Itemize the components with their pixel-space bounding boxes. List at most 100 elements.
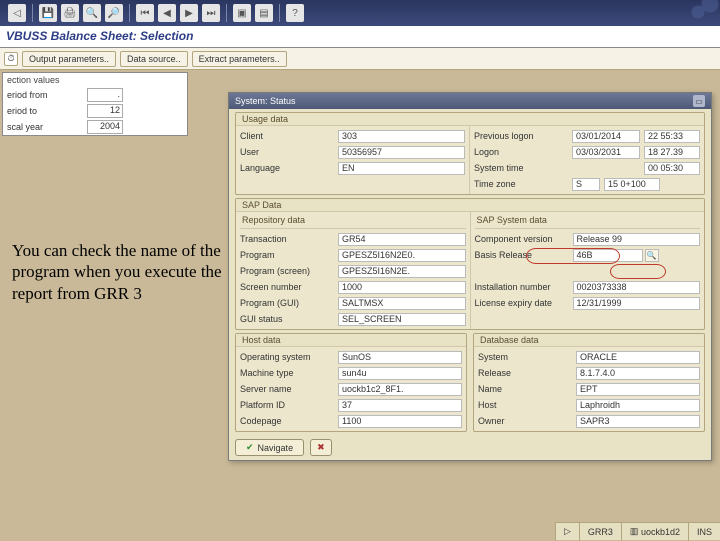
- system-status-window: System: Status ▭ Usage data Client303 Us…: [228, 92, 712, 461]
- detail-icon[interactable]: 🔍: [645, 249, 659, 262]
- triangle-icon: ▷: [564, 526, 571, 537]
- machine-type-value: sun4u: [338, 367, 462, 380]
- selection-values-panel: ection values eriod from . eriod to 12 s…: [2, 72, 188, 136]
- find-next-icon[interactable]: 🔎: [105, 4, 123, 22]
- server-name-label: Server name: [240, 384, 338, 394]
- language-label: Language: [240, 163, 338, 173]
- program-screen-value: GPESZ5I16N2E.: [338, 265, 466, 278]
- last-page-icon[interactable]: ⏭: [202, 4, 220, 22]
- db-system-label: System: [478, 352, 576, 362]
- platform-id-value: 37: [338, 399, 462, 412]
- codepage-value: 1100: [338, 415, 462, 428]
- new-session-icon[interactable]: ▣: [233, 4, 251, 22]
- prev-page-icon[interactable]: ◀: [158, 4, 176, 22]
- period-to-input[interactable]: 12: [87, 104, 123, 118]
- db-release-value: 8.1.7.4.0: [576, 367, 700, 380]
- fiscal-year-label: scal year: [7, 122, 87, 132]
- data-source-button[interactable]: Data source..: [120, 51, 188, 67]
- db-name-label: Name: [478, 384, 576, 394]
- db-name-value: EPT: [576, 383, 700, 396]
- basis-release-label: Basis Release: [475, 250, 573, 260]
- print-icon[interactable]: 🖨: [61, 4, 79, 22]
- db-host-label: Host: [478, 400, 576, 410]
- client-value: 303: [338, 130, 465, 143]
- output-parameters-button[interactable]: Output parameters..: [22, 51, 116, 67]
- server-name-value: uockb1c2_8F1.: [338, 383, 462, 396]
- user-value: 50356957: [338, 146, 465, 159]
- logon-label: Logon: [474, 147, 572, 157]
- save-icon[interactable]: 💾: [39, 4, 57, 22]
- shortcut-icon[interactable]: ▤: [255, 4, 273, 22]
- transaction-label: Transaction: [240, 234, 338, 244]
- time-zone-value: 15 0+100: [604, 178, 660, 191]
- installation-value: 0020373338: [573, 281, 701, 294]
- cancel-icon: ✖: [317, 442, 325, 453]
- database-data-header: Database data: [474, 334, 704, 347]
- program-screen-label: Program (screen): [240, 266, 338, 276]
- program-gui-value: SALTMSX: [338, 297, 466, 310]
- status-bar: ▷ GRR3 ▥ uockb1d2 INS: [555, 522, 720, 540]
- sap-main-toolbar: ◁ 💾 🖨 🔍 🔎 ⏮ ◀ ▶ ⏭ ▣ ▤ ?: [0, 0, 720, 26]
- execute-icon[interactable]: ⏱: [4, 52, 18, 66]
- logon-time: 18 27.39: [644, 146, 700, 159]
- period-to-label: eriod to: [7, 106, 87, 116]
- user-label: User: [240, 147, 338, 157]
- time-zone-label: Time zone: [474, 179, 572, 189]
- db-system-value: ORACLE: [576, 351, 700, 364]
- db-host-value: Laphroidh: [576, 399, 700, 412]
- close-icon[interactable]: ▭: [693, 95, 705, 107]
- gui-status-label: GUI status: [240, 314, 338, 324]
- usage-data-header: Usage data: [236, 113, 704, 126]
- selection-toolbar: ⏱ Output parameters.. Data source.. Extr…: [0, 48, 720, 70]
- sap-data-header: SAP Data: [236, 199, 704, 212]
- component-version-value: Release 99: [573, 233, 701, 246]
- installation-label: Installation number: [475, 282, 573, 292]
- back-icon[interactable]: ◁: [8, 4, 26, 22]
- next-page-icon[interactable]: ▶: [180, 4, 198, 22]
- os-value: SunOS: [338, 351, 462, 364]
- system-time-value: 00 05:30: [644, 162, 700, 175]
- system-status-title: System: Status: [235, 96, 296, 106]
- db-owner-label: Owner: [478, 416, 576, 426]
- extract-parameters-button[interactable]: Extract parameters..: [192, 51, 287, 67]
- prev-logon-date: 03/01/2014: [572, 130, 640, 143]
- status-tcode: GRR3: [579, 523, 621, 541]
- codepage-label: Codepage: [240, 416, 338, 426]
- prev-logon-label: Previous logon: [474, 131, 572, 141]
- logon-date: 03/03/2031: [572, 146, 640, 159]
- db-release-label: Release: [478, 368, 576, 378]
- fiscal-year-input[interactable]: 2004: [87, 120, 123, 134]
- navigate-button[interactable]: ✔Navigate: [235, 439, 304, 456]
- repository-data-header: Repository data: [240, 214, 466, 229]
- help-icon[interactable]: ?: [286, 4, 304, 22]
- time-zone-zone: S: [572, 178, 600, 191]
- license-expiry-label: License expiry date: [475, 298, 573, 308]
- program-gui-label: Program (GUI): [240, 298, 338, 308]
- find-icon[interactable]: 🔍: [83, 4, 101, 22]
- period-from-input[interactable]: .: [87, 88, 123, 102]
- check-icon: ✔: [246, 442, 254, 453]
- gui-status-value: SEL_SCREEN: [338, 313, 466, 326]
- system-time-label: System time: [474, 163, 572, 173]
- screen-number-label: Screen number: [240, 282, 338, 292]
- page-title: VBUSS Balance Sheet: Selection: [0, 26, 720, 48]
- language-value: EN: [338, 162, 465, 175]
- cancel-button[interactable]: ✖: [310, 439, 332, 456]
- first-page-icon[interactable]: ⏮: [136, 4, 154, 22]
- status-server: uockb1d2: [641, 527, 680, 537]
- program-value: GPESZ5I16N2E0.: [338, 249, 466, 262]
- db-owner-value: SAPR3: [576, 415, 700, 428]
- client-label: Client: [240, 131, 338, 141]
- prev-logon-time: 22 55:33: [644, 130, 700, 143]
- platform-id-label: Platform ID: [240, 400, 338, 410]
- os-label: Operating system: [240, 352, 338, 362]
- host-data-header: Host data: [236, 334, 466, 347]
- selection-header: ection values: [3, 73, 187, 87]
- component-version-label: Component version: [475, 234, 573, 244]
- period-from-label: eriod from: [7, 90, 87, 100]
- server-icon: ▥: [630, 526, 639, 537]
- machine-type-label: Machine type: [240, 368, 338, 378]
- screen-number-value: 1000: [338, 281, 466, 294]
- status-ins: INS: [688, 523, 720, 541]
- sap-logo-swirl: [660, 0, 720, 26]
